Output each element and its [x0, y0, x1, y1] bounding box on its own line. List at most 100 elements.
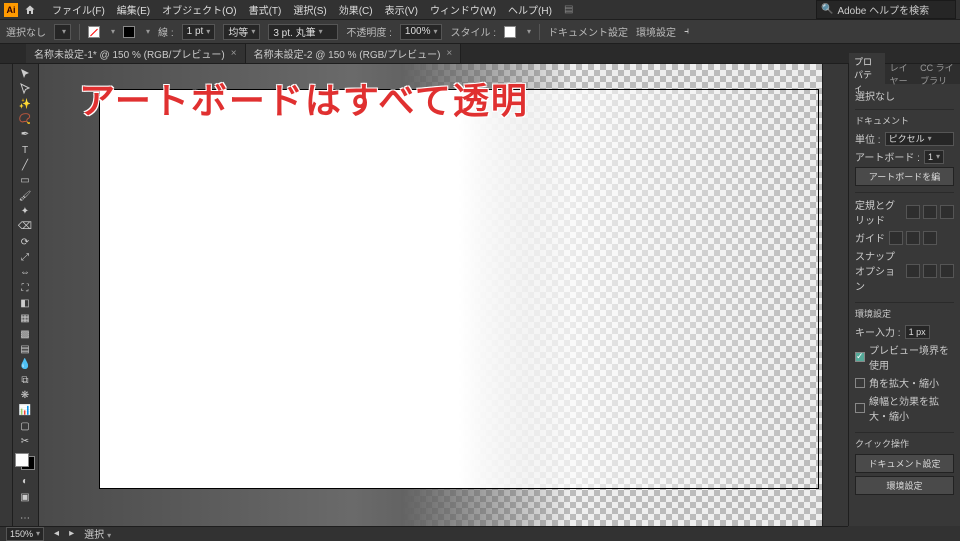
fill-dropdown[interactable]	[108, 26, 115, 37]
fg-color-swatch[interactable]	[15, 453, 29, 467]
snap-label: スナップオプション	[855, 248, 902, 293]
guides-show-icon[interactable]	[889, 231, 903, 245]
rotate-tool-icon[interactable]: ⟳	[13, 235, 37, 250]
screen-mode-icon[interactable]: ▣	[13, 490, 37, 505]
graph-tool-icon[interactable]: 📊	[13, 403, 37, 418]
key-input-field[interactable]: 1 px	[905, 325, 930, 339]
ruler-grid-label: 定規とグリッド	[855, 197, 902, 227]
shape-builder-icon[interactable]: ◧	[13, 296, 37, 311]
zoom-select[interactable]: 150%	[6, 527, 44, 541]
perspective-icon[interactable]: ▦	[13, 311, 37, 326]
pen-tool-icon[interactable]: ✒	[13, 127, 37, 142]
artboard[interactable]	[99, 89, 819, 489]
symbol-tool-icon[interactable]: ❋	[13, 388, 37, 403]
wand-tool-icon[interactable]: ✨	[13, 97, 37, 112]
scale-tool-icon[interactable]: ⤢	[13, 250, 37, 265]
edit-toolbar-icon[interactable]: ⋯	[13, 511, 37, 526]
snap-pixel-icon[interactable]	[940, 264, 954, 278]
home-icon[interactable]	[24, 4, 36, 16]
cb2-label: 角を拡大・縮小	[869, 375, 939, 390]
scale-strokes-checkbox[interactable]	[855, 403, 865, 413]
line-tool-icon[interactable]: ╱	[13, 158, 37, 173]
collapse-icon[interactable]: ▤	[564, 4, 573, 15]
grid-icon[interactable]	[923, 205, 937, 219]
menu-window[interactable]: ウィンドウ(W)	[424, 0, 502, 19]
env-section-header: 環境設定	[855, 307, 954, 320]
brush-preset[interactable]: 3 pt. 丸筆	[268, 24, 338, 40]
use-preview-bounds-checkbox[interactable]	[855, 352, 865, 362]
nav-prev-icon[interactable]: ◂	[54, 528, 59, 539]
close-icon[interactable]: ×	[446, 48, 452, 59]
doc-setup-link[interactable]: ドキュメント設定	[548, 24, 628, 39]
artboard-label: アートボード :	[855, 149, 920, 164]
align-icon[interactable]: ⫞	[684, 26, 689, 37]
style-dropdown[interactable]	[524, 26, 531, 37]
stroke-dropdown[interactable]	[143, 26, 150, 37]
style-swatch[interactable]	[504, 26, 516, 38]
unit-select[interactable]: ピクセル	[885, 132, 954, 146]
scale-corners-checkbox[interactable]	[855, 378, 865, 388]
status-mode[interactable]: 選択	[84, 526, 111, 541]
close-icon[interactable]: ×	[231, 48, 237, 59]
brush-tool-icon[interactable]: 🖌	[13, 189, 37, 204]
color-mode-icon[interactable]: ◐	[13, 474, 37, 489]
menu-effect[interactable]: 効果(C)	[333, 0, 379, 19]
panel-no-selection: 選択なし	[855, 88, 954, 103]
tab-label: 名称未設定-1* @ 150 % (RGB/プレビュー)	[34, 46, 225, 61]
menu-object[interactable]: オブジェクト(O)	[156, 0, 242, 19]
artboard-select[interactable]: 1	[924, 150, 944, 164]
doc-section-header: ドキュメント	[855, 114, 954, 127]
menu-select[interactable]: 選択(S)	[287, 0, 332, 19]
width-tool-icon[interactable]: ⇔	[13, 265, 37, 280]
menu-view[interactable]: 表示(V)	[379, 0, 424, 19]
document-tab-2[interactable]: 名称未設定-2 @ 150 % (RGB/プレビュー) ×	[246, 44, 462, 63]
guides-label: ガイド	[855, 230, 885, 245]
stroke-swatch[interactable]	[123, 26, 135, 38]
snap-point-icon[interactable]	[906, 264, 920, 278]
artboard-tool-icon[interactable]: ▢	[13, 419, 37, 434]
eraser-tool-icon[interactable]: ⌫	[13, 219, 37, 234]
workspace: ✨ 📿 ✒ T ╱ ▭ 🖌 ✦ ⌫ ⟳ ⤢ ⇔ ⛶ ◧ ▦ ▩ ▤ 💧 ⧉ ❋ …	[0, 64, 960, 526]
guides-lock-icon[interactable]	[906, 231, 920, 245]
stroke-uniform[interactable]: 均等	[223, 24, 260, 40]
help-search-input[interactable]: 🔍 Adobe ヘルプを検索	[816, 0, 956, 19]
free-transform-icon[interactable]: ⛶	[13, 281, 37, 296]
stroke-width-input[interactable]: 1 pt	[182, 24, 216, 40]
eyedropper-tool-icon[interactable]: 💧	[13, 357, 37, 372]
edit-artboards-button[interactable]: アートボードを編	[855, 167, 954, 186]
slice-tool-icon[interactable]: ✂	[13, 434, 37, 449]
menu-file[interactable]: ファイル(F)	[46, 0, 111, 19]
mesh-tool-icon[interactable]: ▩	[13, 327, 37, 342]
toolbox: ✨ 📿 ✒ T ╱ ▭ 🖌 ✦ ⌫ ⟳ ⤢ ⇔ ⛶ ◧ ▦ ▩ ▤ 💧 ⧉ ❋ …	[13, 64, 39, 526]
nav-next-icon[interactable]: ▸	[69, 528, 74, 539]
quick-section-header: クイック操作	[855, 437, 954, 450]
fill-swatch[interactable]	[88, 26, 100, 38]
selection-dropdown[interactable]	[54, 24, 71, 40]
quick-doc-setup-button[interactable]: ドキュメント設定	[855, 454, 954, 473]
env-setup-link[interactable]: 環境設定	[636, 24, 676, 39]
blend-tool-icon[interactable]: ⧉	[13, 373, 37, 388]
unit-label: 単位 :	[855, 131, 881, 146]
style-label: スタイル :	[450, 24, 496, 39]
snap-grid-icon[interactable]	[923, 264, 937, 278]
color-picker[interactable]	[15, 453, 35, 470]
quick-env-setup-button[interactable]: 環境設定	[855, 476, 954, 495]
menu-type[interactable]: 書式(T)	[243, 0, 288, 19]
search-placeholder: Adobe ヘルプを検索	[837, 2, 929, 17]
document-tab-1[interactable]: 名称未設定-1* @ 150 % (RGB/プレビュー) ×	[26, 44, 246, 63]
direct-select-tool-icon[interactable]	[13, 81, 37, 96]
lasso-tool-icon[interactable]: 📿	[13, 112, 37, 127]
ruler-icon[interactable]	[906, 205, 920, 219]
selection-tool-icon[interactable]	[13, 66, 37, 81]
rect-tool-icon[interactable]: ▭	[13, 173, 37, 188]
opacity-input[interactable]: 100%	[400, 24, 443, 40]
canvas[interactable]: アートボードはすべて透明	[39, 64, 822, 526]
menu-edit[interactable]: 編集(E)	[111, 0, 156, 19]
shaper-tool-icon[interactable]: ✦	[13, 204, 37, 219]
gradient-tool-icon[interactable]: ▤	[13, 342, 37, 357]
toolbox-strip-left	[0, 64, 13, 526]
menu-help[interactable]: ヘルプ(H)	[502, 0, 558, 19]
transparency-grid-icon[interactable]	[940, 205, 954, 219]
type-tool-icon[interactable]: T	[13, 143, 37, 158]
smart-guides-icon[interactable]	[923, 231, 937, 245]
